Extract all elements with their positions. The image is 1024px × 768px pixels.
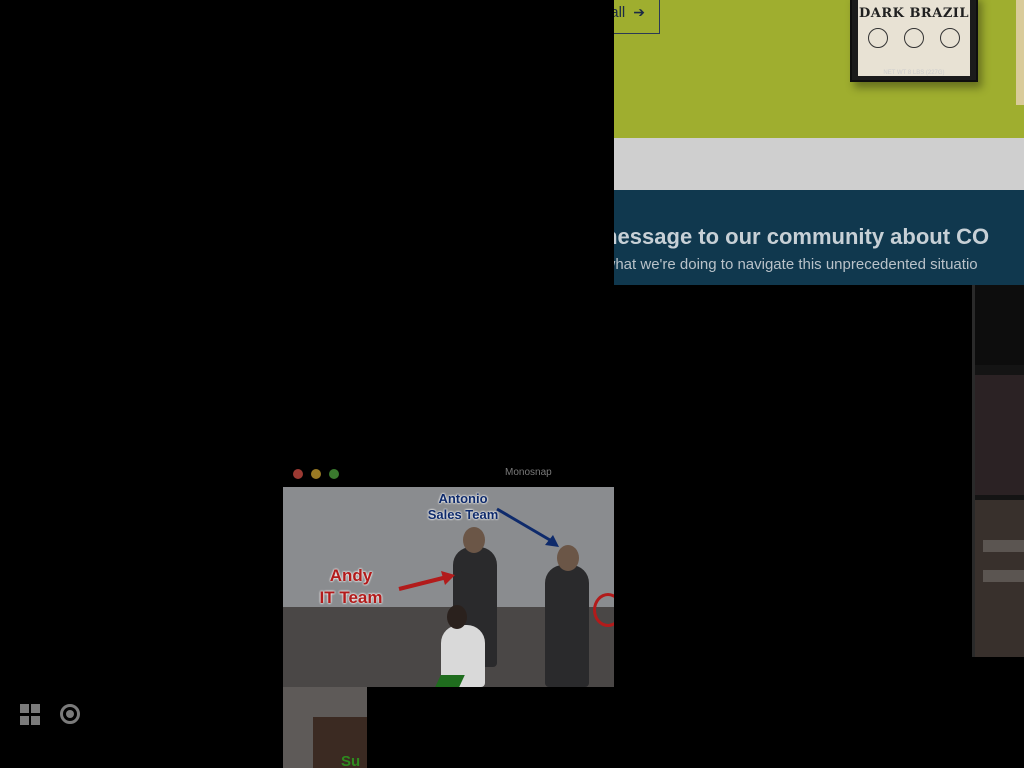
monosnap-titlebar[interactable]: Monosnap: [283, 462, 614, 487]
annotation-arrow-blue-icon: [496, 507, 559, 547]
person-seated-head: [447, 605, 467, 629]
close-window-icon[interactable]: [293, 469, 303, 479]
minimize-window-icon[interactable]: [311, 469, 321, 479]
person-antonio: [545, 565, 589, 687]
website-window: all ➔ DARK BRAZIL NET WT 8 LBS (227G) me…: [614, 0, 1024, 285]
product-image-partial[interactable]: [1016, 0, 1024, 105]
view-all-label: all: [614, 3, 626, 21]
hero-banner: all ➔ DARK BRAZIL NET WT 8 LBS (227G): [614, 0, 1024, 138]
preview-window-strip: [983, 570, 1024, 582]
monosnap-title: Monosnap: [505, 467, 552, 478]
annotation-partial-text: Su: [341, 753, 361, 768]
coffee-bag-image[interactable]: DARK BRAZIL NET WT 8 LBS (227G): [850, 0, 978, 82]
product-weight: NET WT 8 LBS (227G): [883, 70, 945, 76]
arrow-right-icon: ➔: [633, 3, 645, 20]
view-all-button[interactable]: all ➔: [614, 0, 660, 34]
covid-banner-title: message to our community about CO: [614, 224, 990, 249]
preview-storefront-region: [975, 375, 1024, 495]
monosnap-photo-overflow: Su: [283, 687, 367, 768]
product-name: DARK BRAZIL: [858, 6, 970, 21]
person-andy-head: [463, 527, 485, 553]
preview-window-strip: [983, 540, 1024, 552]
desktop: all ➔ DARK BRAZIL NET WT 8 LBS (227G) me…: [0, 0, 1024, 768]
annotation-arrow-red-icon: [398, 571, 455, 591]
maximize-window-icon[interactable]: [329, 469, 339, 479]
annotation-andy: Andy IT Team: [319, 566, 383, 607]
coffee-bag-label: DARK BRAZIL: [858, 0, 970, 76]
preview-building-region: [975, 500, 1024, 657]
windows-start-icon[interactable]: [19, 703, 41, 725]
covid-banner-subtitle: n what we're doing to navigate this unpr…: [614, 256, 978, 273]
preview-dark-region: [975, 285, 1024, 365]
monosnap-window[interactable]: Monosnap Antonio Sales Team Andy IT Team: [283, 462, 614, 687]
side-window-preview[interactable]: [972, 285, 1024, 657]
chrome-icon[interactable]: [59, 703, 81, 725]
annotated-office-photo: Antonio Sales Team Andy IT Team: [283, 487, 614, 687]
covid-banner[interactable]: message to our community about CO n what…: [614, 190, 1024, 285]
product-badges: [868, 28, 960, 50]
section-divider: [614, 138, 1024, 190]
